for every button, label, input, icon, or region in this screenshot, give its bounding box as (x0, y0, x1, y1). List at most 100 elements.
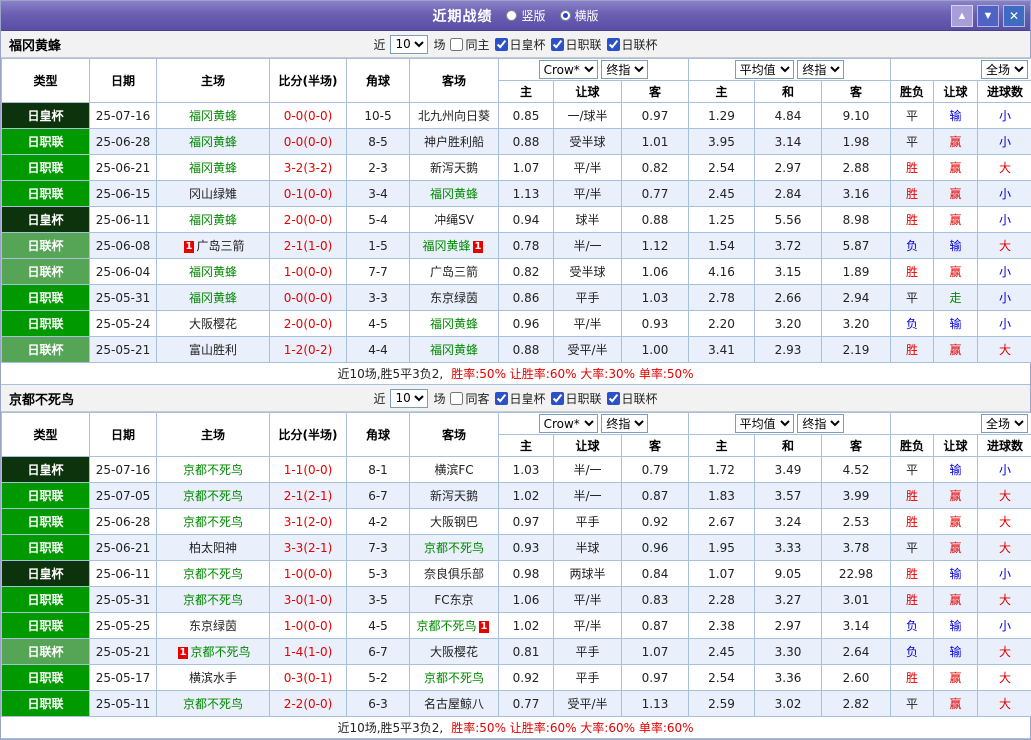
score-cell: 0-0(0-0) (270, 103, 347, 129)
handicap-result-cell: 赢 (934, 509, 978, 535)
away-team-name[interactable]: 京都不死鸟 (417, 619, 477, 633)
europe-final-select[interactable]: 终指 (797, 414, 844, 433)
emperor-cup-checkbox[interactable] (495, 38, 508, 51)
handicap-away-odds-cell: 0.88 (622, 207, 689, 233)
home-team-name[interactable]: 福冈黄蜂 (189, 109, 237, 123)
home-team-name[interactable]: 福冈黄蜂 (189, 135, 237, 149)
emperor-cup-checkbox[interactable] (495, 392, 508, 405)
away-team-name[interactable]: 福冈黄蜂 (430, 343, 478, 357)
home-team-name[interactable]: 冈山绿雉 (189, 187, 237, 201)
j1-league-checkbox[interactable] (551, 392, 564, 405)
away-team-cell: 广岛三箭 (410, 259, 499, 285)
away-team-name[interactable]: 冲绳SV (434, 213, 474, 227)
away-team-name[interactable]: 京都不死鸟 (424, 541, 484, 555)
goals-result-cell: 大 (978, 233, 1031, 259)
europe-final-select[interactable]: 终指 (797, 60, 844, 79)
handicap-home-odds-cell: 0.96 (499, 311, 554, 337)
scroll-up-button[interactable]: ▲ (951, 5, 973, 27)
home-team-name[interactable]: 福冈黄蜂 (189, 291, 237, 305)
away-team-name[interactable]: 京都不死鸟 (424, 671, 484, 685)
away-team-name[interactable]: 大阪樱花 (430, 645, 478, 659)
home-team-name[interactable]: 京都不死鸟 (183, 567, 243, 581)
home-team-cell: 福冈黄蜂 (157, 259, 270, 285)
home-team-name[interactable]: 广岛三箭 (196, 239, 244, 253)
j1-league-filter[interactable]: 日职联 (551, 390, 602, 407)
league-cup-checkbox[interactable] (607, 38, 620, 51)
away-team-name[interactable]: 神户胜利船 (424, 135, 484, 149)
europe-away-odds-cell: 8.98 (822, 207, 891, 233)
close-button[interactable]: ✕ (1003, 5, 1025, 27)
average-odds-select[interactable]: 平均值 (735, 60, 794, 79)
goals-result-cell: 小 (978, 129, 1031, 155)
odds-final-select[interactable]: 终指 (601, 414, 648, 433)
average-odds-select[interactable]: 平均值 (735, 414, 794, 433)
same-venue-filter[interactable]: 同主 (450, 36, 489, 53)
home-team-name[interactable]: 福冈黄蜂 (189, 161, 237, 175)
goals-result-cell: 大 (978, 483, 1031, 509)
handicap-home-odds-cell: 1.03 (499, 457, 554, 483)
away-team-name[interactable]: FC东京 (434, 593, 473, 607)
j1-league-filter[interactable]: 日职联 (551, 36, 602, 53)
home-team-name[interactable]: 福冈黄蜂 (189, 265, 237, 279)
match-date-cell: 25-06-15 (90, 181, 157, 207)
full-match-select[interactable]: 全场 (981, 60, 1028, 79)
europe-draw-odds-cell: 3.14 (755, 129, 822, 155)
table-header: 类型 日期 主场 比分(半场) 角球 客场 Crow* 终指 平均值 终指 (2, 59, 1031, 103)
away-team-cell: 福冈黄蜂 (410, 181, 499, 207)
away-team-name[interactable]: 福冈黄蜂 (430, 317, 478, 331)
league-cup-checkbox[interactable] (607, 392, 620, 405)
league-cup-filter[interactable]: 日联杯 (607, 390, 658, 407)
away-team-name[interactable]: 东京绿茵 (430, 291, 478, 305)
home-team-name[interactable]: 福冈黄蜂 (189, 213, 237, 227)
home-team-name[interactable]: 富山胜利 (189, 343, 237, 357)
scroll-down-button[interactable]: ▼ (977, 5, 999, 27)
team-name: 福冈黄蜂 (9, 35, 61, 54)
handicap-result-cell: 输 (934, 613, 978, 639)
league-cup-label: 日联杯 (622, 390, 658, 407)
home-team-name[interactable]: 东京绿茵 (189, 619, 237, 633)
same-venue-checkbox[interactable] (450, 38, 463, 51)
same-venue-checkbox[interactable] (450, 392, 463, 405)
europe-draw-odds-cell: 2.97 (755, 613, 822, 639)
radio-horizontal-layout[interactable]: 横版 (560, 7, 599, 24)
away-team-name[interactable]: 名古屋鲸八 (424, 697, 484, 711)
away-team-name[interactable]: 大阪钢巴 (430, 515, 478, 529)
away-team-name[interactable]: 福冈黄蜂 (423, 239, 471, 253)
home-team-name[interactable]: 横滨水手 (189, 671, 237, 685)
home-team-name[interactable]: 柏太阳神 (189, 541, 237, 555)
away-team-name[interactable]: 新泻天鹅 (430, 489, 478, 503)
league-cup-filter[interactable]: 日联杯 (607, 36, 658, 53)
home-team-name[interactable]: 京都不死鸟 (190, 645, 250, 659)
odds-source-select[interactable]: Crow* (539, 414, 598, 433)
away-team-name[interactable]: 福冈黄蜂 (430, 187, 478, 201)
home-team-name[interactable]: 京都不死鸟 (183, 593, 243, 607)
home-team-name[interactable]: 京都不死鸟 (183, 463, 243, 477)
away-team-name[interactable]: 北九州向日葵 (418, 109, 490, 123)
radio-vertical-layout[interactable]: 竖版 (506, 7, 545, 24)
league-type-cell: 日职联 (2, 587, 90, 613)
games-label: 场 (433, 390, 445, 407)
odds-source-select[interactable]: Crow* (539, 60, 598, 79)
result-cell: 平 (891, 535, 934, 561)
emperor-cup-filter[interactable]: 日皇杯 (495, 36, 546, 53)
handicap-home-odds-cell: 0.86 (499, 285, 554, 311)
league-type-cell: 日职联 (2, 613, 90, 639)
europe-draw-odds-cell: 2.97 (755, 155, 822, 181)
away-team-name[interactable]: 新泻天鹅 (430, 161, 478, 175)
j1-league-checkbox[interactable] (551, 38, 564, 51)
away-team-name[interactable]: 横滨FC (434, 463, 473, 477)
same-venue-filter[interactable]: 同客 (450, 390, 489, 407)
home-team-name[interactable]: 京都不死鸟 (183, 697, 243, 711)
home-team-cell: 冈山绿雉 (157, 181, 270, 207)
recent-count-select[interactable]: 10 (390, 35, 428, 54)
home-team-name[interactable]: 京都不死鸟 (183, 515, 243, 529)
home-team-name[interactable]: 大阪樱花 (189, 317, 237, 331)
away-team-name[interactable]: 广岛三箭 (430, 265, 478, 279)
full-match-select[interactable]: 全场 (981, 414, 1028, 433)
emperor-cup-filter[interactable]: 日皇杯 (495, 390, 546, 407)
odds-final-select[interactable]: 终指 (601, 60, 648, 79)
home-team-name[interactable]: 京都不死鸟 (183, 489, 243, 503)
recent-count-select[interactable]: 10 (390, 389, 428, 408)
games-label: 场 (433, 36, 445, 53)
away-team-name[interactable]: 奈良俱乐部 (424, 567, 484, 581)
